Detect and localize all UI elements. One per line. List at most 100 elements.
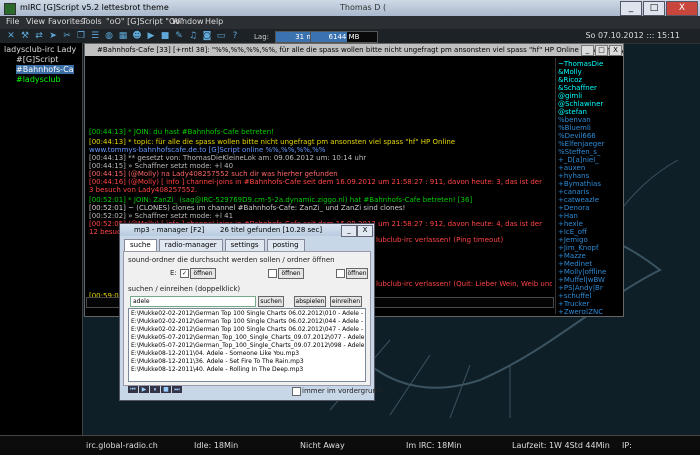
nick-item[interactable]: +hexle: [558, 220, 583, 228]
send-icon[interactable]: ➤: [48, 31, 58, 41]
result-item[interactable]: E:\Mukke08-12-2011\40. Adele - Rolling I…: [131, 366, 303, 373]
play-icon[interactable]: ▶: [146, 31, 156, 41]
menu-help[interactable]: Help: [205, 17, 223, 26]
globe-icon[interactable]: ◍: [104, 31, 114, 41]
nick-item[interactable]: &Schaffner: [558, 84, 597, 92]
maximize-button[interactable]: □: [643, 1, 665, 16]
nick-item[interactable]: +Molly|offline: [558, 268, 606, 276]
nick-item[interactable]: +Denora: [558, 204, 589, 212]
taskbar-tab[interactable]: Thomas D (: [340, 3, 386, 12]
open-folder-button-3[interactable]: öffnen: [346, 268, 368, 279]
nick-item[interactable]: +catweazle: [558, 196, 599, 204]
lag-label: Lag:: [254, 33, 269, 41]
nick-item[interactable]: +Jim_Knopf: [558, 244, 598, 252]
chat-message: [00:44:13] ** gesetzt von: ThomasDieKlei…: [89, 154, 367, 162]
menu-window[interactable]: Window: [172, 17, 204, 26]
stop-icon[interactable]: ■: [161, 386, 171, 393]
nick-item[interactable]: +Medinet: [558, 260, 592, 268]
menu-file[interactable]: File: [6, 17, 19, 26]
result-item[interactable]: E:\Mukke08-12-2011\36. Adele - Set Fire …: [131, 358, 304, 365]
nick-item[interactable]: +Jemigo: [558, 236, 588, 244]
camera-icon[interactable]: ◙: [202, 31, 212, 41]
nick-item[interactable]: +auxen: [558, 164, 585, 172]
mp3-close-button[interactable]: X: [357, 225, 373, 237]
result-item[interactable]: E:\Mukke05-07-2012\German_Top_100_Single…: [131, 342, 365, 349]
window-icon[interactable]: ▭: [216, 31, 226, 41]
wrench-icon[interactable]: ⚒: [20, 31, 30, 41]
nick-item[interactable]: +canaris: [558, 188, 589, 196]
queue-button[interactable]: einreihen: [330, 296, 362, 307]
nick-item[interactable]: +Trucker: [558, 300, 589, 308]
result-item[interactable]: E:\Mukke05-07-2012\German_Top_100_Single…: [131, 334, 364, 341]
nick-item[interactable]: +Han: [558, 212, 578, 220]
play-icon[interactable]: ▶: [139, 386, 149, 393]
nick-item[interactable]: %Elfenjaeger: [558, 140, 604, 148]
nick-item[interactable]: %Bluemli: [558, 124, 591, 132]
suche-panel: sound-ordner die durchsucht werden solle…: [123, 251, 371, 386]
nick-item[interactable]: %benvan: [558, 116, 591, 124]
list-icon[interactable]: ☰: [90, 31, 100, 41]
open-folder-button-2[interactable]: öffnen: [278, 268, 304, 279]
tree-item-bahnhofs-cafe[interactable]: #Bahnhofs-Ca: [16, 65, 74, 74]
nick-item[interactable]: +IcE_off: [558, 228, 587, 236]
nick-item[interactable]: @gimli: [558, 92, 582, 100]
folder-checkbox-3[interactable]: [336, 269, 345, 278]
music-icon[interactable]: ♫: [188, 31, 198, 41]
channel-close-button[interactable]: X: [609, 45, 622, 56]
tree-item-ladysclub[interactable]: #ladysclub: [16, 75, 61, 84]
nick-item[interactable]: %Devil666: [558, 132, 596, 140]
next-icon[interactable]: ⏭: [172, 386, 182, 393]
play-button[interactable]: abspielen: [294, 296, 326, 307]
nick-item[interactable]: +PS|Andy|Br: [558, 284, 603, 292]
nick-item[interactable]: +schuffel: [558, 292, 591, 300]
nick-item[interactable]: +_D[a]niel_: [558, 156, 599, 164]
notepad-icon[interactable]: ✎: [174, 31, 184, 41]
drive-checkbox[interactable]: ✓: [180, 269, 189, 278]
nick-item[interactable]: %Steffen_s_: [558, 148, 600, 156]
nick-item[interactable]: &Molly: [558, 68, 582, 76]
tree-item-gscript[interactable]: #[G]Script: [16, 55, 58, 64]
nick-item[interactable]: +Mazze: [558, 252, 586, 260]
x-icon[interactable]: ✕: [6, 31, 16, 41]
close-button[interactable]: X: [666, 1, 698, 16]
result-item[interactable]: E:\Mukke02-02-2012\German Top 100 Single…: [131, 318, 365, 325]
open-folder-button-1[interactable]: öffnen: [190, 268, 216, 279]
nick-item[interactable]: @Schlawiner: [558, 100, 603, 108]
mp3-minimize-button[interactable]: _: [341, 225, 357, 237]
nick-item[interactable]: &Ricoz: [558, 76, 582, 84]
nick-item[interactable]: +hyhans: [558, 172, 589, 180]
copy-icon[interactable]: ❐: [76, 31, 86, 41]
search-button[interactable]: suchen: [258, 296, 284, 307]
search-input[interactable]: adele: [130, 296, 256, 307]
grid-icon[interactable]: ▦: [118, 31, 128, 41]
app-titlebar: mIRC [G]Script v5.2 lettesbrot theme Tho…: [0, 0, 700, 16]
folder-checkbox-2[interactable]: [268, 269, 277, 278]
menu-view[interactable]: View: [26, 17, 45, 26]
minimize-button[interactable]: _: [620, 1, 642, 16]
nick-item[interactable]: +Bymathias: [558, 180, 601, 188]
users-icon[interactable]: ☻: [132, 31, 142, 41]
stop-icon[interactable]: ■: [160, 31, 170, 41]
channel-maximize-button[interactable]: □: [595, 45, 608, 56]
channel-minimize-button[interactable]: _: [581, 45, 594, 56]
chat-message: [00:52:01] * JOIN: ZanZi_ (sag@IRC-52976…: [89, 196, 473, 204]
app-logo-icon: [4, 3, 16, 15]
menu-favorites[interactable]: Favorites: [48, 17, 84, 26]
pause-icon[interactable]: ⏸: [150, 386, 160, 393]
help-icon[interactable]: ?: [230, 31, 240, 41]
nick-item[interactable]: +Zwerg|ZNC: [558, 308, 603, 314]
prev-icon[interactable]: ⏮: [128, 386, 138, 393]
nick-item[interactable]: ~ThomasDie: [558, 60, 603, 68]
status-server: irc.global-radio.ch: [86, 441, 158, 450]
menu-tools[interactable]: Tools: [82, 17, 102, 26]
cut-icon[interactable]: ✂: [62, 31, 72, 41]
tree-item-server[interactable]: ladysclub-irc Lady: [4, 45, 76, 54]
result-item[interactable]: E:\Mukke02-02-2012\German Top 100 Single…: [131, 310, 365, 317]
arrows-icon[interactable]: ⇄: [34, 31, 44, 41]
nick-item[interactable]: +Muffel|wBW: [558, 276, 605, 284]
result-item[interactable]: E:\Mukke08-12-2011\04. Adele - Someone L…: [131, 350, 299, 357]
results-list[interactable]: E:\Mukke02-02-2012\German Top 100 Single…: [128, 308, 366, 382]
nick-item[interactable]: @stefan: [558, 108, 587, 116]
foreground-checkbox[interactable]: [292, 387, 301, 396]
result-item[interactable]: E:\Mukke02-02-2012\German Top 100 Single…: [131, 326, 365, 333]
